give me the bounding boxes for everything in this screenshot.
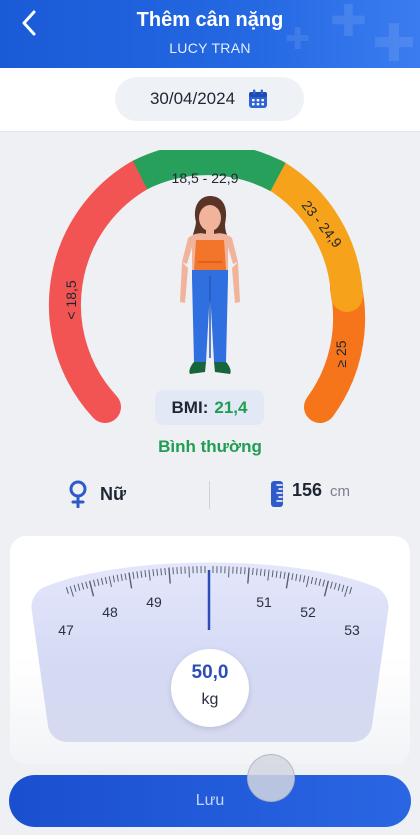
height-unit: cm [330,483,351,500]
scale-tick-label: 47 [58,622,74,638]
scale-tick [228,566,230,578]
date-value: 30/04/2024 [149,89,236,108]
save-button-label: Lưu [195,792,225,809]
gauge-label-underweight: < 18,5 [63,280,79,320]
patient-name: LUCY TRAN [169,40,251,56]
profile-info-row: Nữ 156 cm [0,475,420,515]
weight-readout: 50,0 kg [171,649,249,727]
touch-indicator [247,754,295,802]
scale-tick [252,567,254,576]
bmi-badge: BMI: 21,4 [155,390,264,425]
height-field: 156 cm [270,480,350,508]
female-icon [69,480,87,508]
scale-tick-label: 52 [300,604,316,620]
gender-value: Nữ [100,483,127,504]
ruler-icon [271,481,283,507]
scale-tick-label: 51 [256,594,272,610]
scale-tick [164,567,166,576]
bmi-label: BMI: [171,397,209,417]
scale-tick [160,568,162,576]
app-header: ✚ ✚ ✚ Thêm cân nặng LUCY TRAN [0,0,420,68]
scale-tick [256,568,258,576]
calendar-icon [249,89,268,108]
scale-tick [172,567,174,575]
page-title: Thêm cân nặng [136,9,284,31]
date-bar: 30/04/2024 [0,68,420,132]
scale-tick [188,566,190,578]
height-value: 156 [292,480,323,500]
scale-tick [244,567,246,575]
weight-unit: kg [201,691,219,708]
divider [209,481,210,509]
scale-tick-label: 53 [344,622,360,638]
scale-tick-label: 49 [146,594,162,610]
scale-tick-label: 48 [102,604,118,620]
weight-value: 50,0 [191,662,229,683]
body-figure-illustration [180,196,240,374]
save-button[interactable]: Lưu [9,775,411,827]
date-picker[interactable]: 30/04/2024 [115,77,304,121]
bmi-value: 21,4 [214,397,248,417]
gauge-label-normal: 18,5 - 22,9 [172,170,239,186]
gender-field: Nữ [68,480,126,508]
bmi-status: Bình thường [158,437,262,456]
gauge-label-obese: ≥ 25 [333,340,349,367]
